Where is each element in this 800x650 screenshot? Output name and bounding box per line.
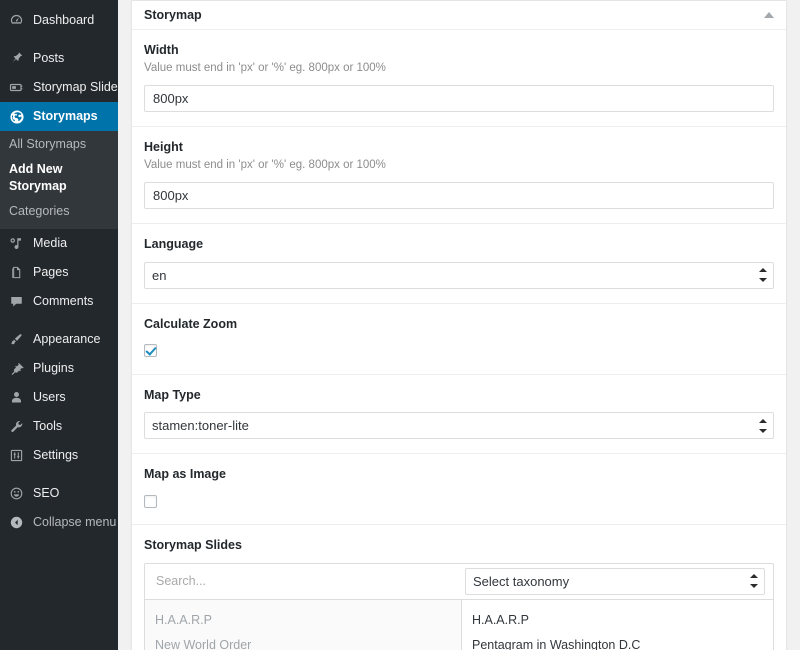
map-type-select[interactable]: stamen:toner-lite: [144, 412, 774, 440]
list-item[interactable]: Pentagram in Washington D.C: [462, 633, 773, 650]
comments-icon: [9, 294, 28, 309]
sidebar-item-users[interactable]: Users: [0, 383, 118, 412]
picker-body: H.A.A.R.P New World Order Pentagram in W…: [145, 599, 773, 650]
list-item[interactable]: New World Order: [145, 633, 461, 650]
picker-toolbar: Select taxonomy: [145, 564, 773, 600]
sliders-icon: [9, 448, 28, 463]
sidebar-item-label: Posts: [33, 51, 65, 66]
sidebar-item-label: Storymap Slides: [33, 80, 125, 95]
sidebar-item-seo[interactable]: SEO: [0, 479, 118, 508]
language-label: Language: [144, 237, 204, 252]
main-content: Storymap Width Value must end in 'px' or…: [118, 0, 800, 650]
submenu-item-categories[interactable]: Categories: [0, 199, 118, 224]
map-type-select-wrapper: stamen:toner-lite: [144, 412, 774, 440]
map-as-image-checkbox[interactable]: [144, 494, 157, 508]
collapse-icon: [9, 515, 28, 530]
globe-icon: [9, 109, 28, 125]
pin-icon: [9, 51, 28, 66]
sidebar-item-appearance[interactable]: Appearance: [0, 325, 118, 354]
slides-dual-list-picker: Select taxonomy H.A.A.R.P New World Orde…: [144, 562, 774, 650]
page-title: Storymap: [144, 7, 202, 22]
available-slides-pane[interactable]: H.A.A.R.P New World Order Pentagram in W…: [145, 599, 462, 650]
admin-page: Dashboard Posts Storymap Slides Storymap…: [0, 0, 800, 650]
language-select-wrapper: en: [144, 261, 774, 289]
sidebar-item-media[interactable]: Media: [0, 229, 118, 258]
sidebar-item-settings[interactable]: Settings: [0, 441, 118, 470]
sidebar-divider: [0, 316, 118, 325]
sidebar-item-pages[interactable]: Pages: [0, 258, 118, 287]
field-calculate-zoom: Calculate Zoom: [132, 304, 786, 375]
sidebar-item-storymap-slides[interactable]: Storymap Slides: [0, 73, 124, 102]
width-description: Value must end in 'px' or '%' eg. 800px …: [144, 62, 386, 75]
triangle-up-icon[interactable]: [764, 12, 774, 18]
sidebar-item-label: Settings: [33, 447, 79, 462]
map-as-image-label: Map as Image: [144, 467, 226, 482]
seo-icon: [9, 486, 28, 501]
width-input[interactable]: [144, 85, 774, 113]
sidebar-item-label: Storymaps: [33, 109, 98, 124]
sidebar-item-label: Collapse menu: [33, 514, 117, 529]
search-input[interactable]: [154, 571, 453, 592]
field-height: Height Value must end in 'px' or '%' eg.…: [132, 127, 786, 225]
sidebar-item-label: Dashboard: [33, 13, 95, 28]
picker-taxonomy-cell: Select taxonomy: [462, 564, 773, 599]
sidebar-item-comments[interactable]: Comments: [0, 287, 118, 316]
metabox-header: Storymap: [132, 1, 786, 30]
sidebar-item-posts[interactable]: Posts: [0, 44, 118, 73]
slides-icon: [9, 80, 28, 95]
height-description: Value must end in 'px' or '%' eg. 800px …: [144, 159, 386, 172]
field-storymap-slides: Storymap Slides Select taxonomy: [132, 525, 786, 650]
width-label: Width: [144, 43, 179, 57]
storymap-slides-label: Storymap Slides: [144, 538, 242, 553]
sidebar-item-label: Users: [33, 389, 66, 404]
height-input[interactable]: [144, 182, 774, 210]
list-item[interactable]: H.A.A.R.P: [462, 608, 773, 633]
selected-slides-pane[interactable]: H.A.A.R.P Pentagram in Washington D.C Ne…: [462, 599, 773, 650]
submenu-item-add-new-storymap[interactable]: Add New Storymap: [0, 157, 118, 199]
sidebar-item-plugins[interactable]: Plugins: [0, 354, 118, 383]
pages-icon: [9, 265, 28, 280]
wrench-icon: [9, 419, 28, 434]
field-map-type: Map Type stamen:toner-lite: [132, 375, 786, 455]
brush-icon: [9, 332, 28, 347]
field-width: Width Value must end in 'px' or '%' eg. …: [132, 30, 786, 128]
picker-search-cell: [145, 564, 462, 599]
dashboard-icon: [9, 13, 28, 28]
field-language: Language en: [132, 224, 786, 304]
sidebar-item-label: SEO: [33, 485, 60, 500]
calculate-zoom-checkbox[interactable]: [144, 344, 157, 358]
storymaps-submenu: All Storymaps Add New Storymap Categorie…: [0, 131, 118, 229]
sidebar-item-label: Tools: [33, 418, 63, 433]
field-map-as-image: Map as Image: [132, 454, 786, 526]
sidebar-item-label: Comments: [33, 293, 94, 308]
plug-icon: [9, 361, 28, 376]
media-icon: [9, 236, 28, 251]
sidebar-item-tools[interactable]: Tools: [0, 412, 118, 441]
sidebar-divider: [0, 470, 118, 479]
user-icon: [9, 390, 28, 405]
taxonomy-select[interactable]: Select taxonomy: [465, 567, 765, 595]
sidebar-item-label: Pages: [33, 264, 69, 279]
sidebar-item-dashboard[interactable]: Dashboard: [0, 6, 118, 35]
submenu-item-all-storymaps[interactable]: All Storymaps: [0, 132, 118, 157]
sidebar-item-storymaps[interactable]: Storymaps: [0, 102, 126, 131]
height-label: Height: [144, 140, 183, 155]
sidebar-item-label: Appearance: [33, 331, 101, 346]
taxonomy-select-wrapper: Select taxonomy: [465, 567, 765, 595]
list-item[interactable]: H.A.A.R.P: [145, 608, 461, 633]
admin-sidebar: Dashboard Posts Storymap Slides Storymap…: [0, 0, 126, 650]
storymap-metabox: Storymap Width Value must end in 'px' or…: [131, 0, 787, 650]
map-type-label: Map Type: [144, 387, 201, 402]
sidebar-item-collapse-menu[interactable]: Collapse menu: [0, 508, 118, 537]
calculate-zoom-label: Calculate Zoom: [144, 316, 238, 331]
sidebar-item-label: Plugins: [33, 360, 74, 375]
sidebar-divider: [0, 35, 118, 44]
language-select[interactable]: en: [144, 261, 774, 289]
sidebar-item-label: Media: [33, 235, 68, 250]
